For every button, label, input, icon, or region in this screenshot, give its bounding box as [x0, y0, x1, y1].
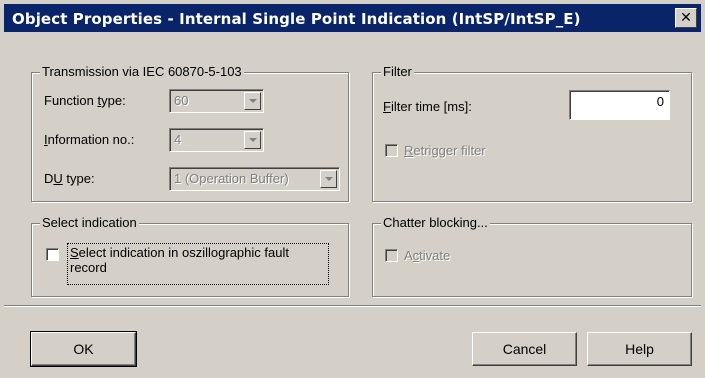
select-indication-label-line1: Select indication in oszillographic faul…: [70, 245, 289, 260]
function-type-value: 60: [174, 93, 189, 108]
select-indication-label[interactable]: Select indication in oszillographic faul…: [67, 243, 329, 285]
chatter-blocking-legend: Chatter blocking...: [381, 215, 490, 230]
information-no-select[interactable]: 4: [169, 128, 264, 152]
function-type-label: Function type:: [44, 93, 126, 108]
help-button[interactable]: Help: [587, 332, 692, 366]
transmission-legend: Transmission via IEC 60870-5-103: [40, 64, 244, 79]
window-title: Object Properties - Internal Single Poin…: [12, 10, 581, 28]
filter-time-label: Filter time [ms]:: [383, 99, 472, 114]
filter-legend: Filter: [381, 64, 414, 79]
activate-checkbox[interactable]: [385, 249, 398, 262]
retrigger-filter-checkbox[interactable]: [385, 144, 398, 157]
select-indication-checkbox[interactable]: [46, 248, 59, 261]
chevron-down-icon[interactable]: [244, 92, 261, 110]
chevron-down-icon[interactable]: [244, 131, 261, 149]
close-icon[interactable]: ✕: [675, 8, 697, 28]
information-no-label: Information no.:: [44, 132, 135, 147]
function-type-select[interactable]: 60: [169, 89, 264, 113]
title-bar[interactable]: Object Properties - Internal Single Poin…: [4, 4, 701, 32]
ok-button[interactable]: OK: [30, 331, 137, 367]
du-type-value: 1 (Operation Buffer): [174, 171, 289, 186]
select-indication-label-line2: record: [70, 260, 107, 275]
chevron-down-icon[interactable]: [320, 170, 337, 188]
du-type-label: DU type:: [44, 171, 95, 186]
separator: [4, 305, 701, 307]
retrigger-filter-label: Retrigger filter: [404, 143, 486, 158]
select-indication-legend: Select indication: [40, 215, 139, 230]
activate-label: Activate: [404, 248, 451, 263]
du-type-select[interactable]: 1 (Operation Buffer): [169, 167, 340, 191]
information-no-value: 4: [174, 132, 182, 147]
object-properties-dialog: Object Properties - Internal Single Poin…: [0, 0, 705, 378]
cancel-button[interactable]: Cancel: [472, 332, 577, 366]
filter-time-input[interactable]: 0: [569, 90, 670, 120]
